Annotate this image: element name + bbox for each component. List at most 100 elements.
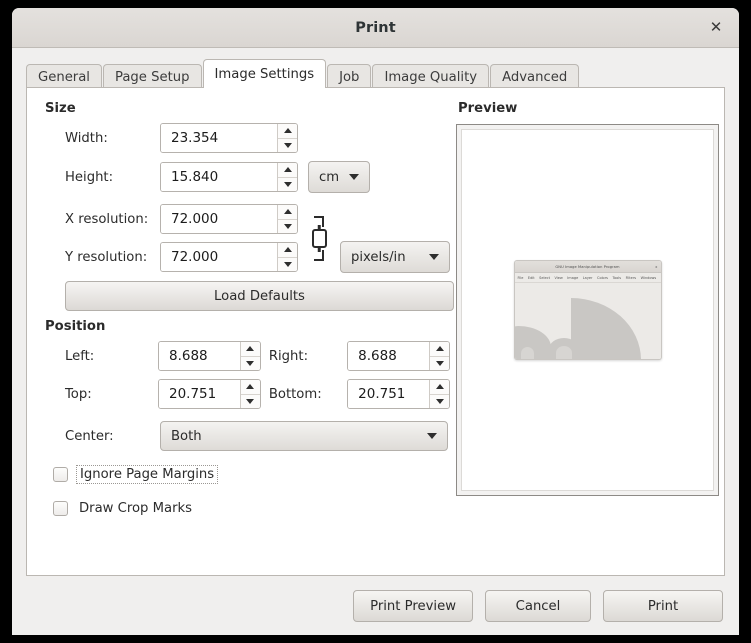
tab-job[interactable]: Job	[327, 64, 371, 89]
height-decrement-button[interactable]	[278, 178, 297, 192]
height-increment-button[interactable]	[278, 163, 297, 178]
top-margin-input[interactable]: 20.751	[159, 380, 240, 408]
chevron-up-icon	[246, 384, 254, 389]
thumbnail-menu-tools: Tools	[612, 276, 621, 280]
top-margin-increment-button[interactable]	[241, 380, 260, 395]
center-dropdown[interactable]: Both	[160, 421, 448, 451]
right-margin-increment-button[interactable]	[430, 342, 449, 357]
width-row: Width: 23.354	[45, 123, 450, 153]
thumbnail-menu-select: Select	[539, 276, 550, 280]
top-bottom-row: Top: 20.751 Bottom: 20.751	[45, 379, 450, 409]
height-label: Height:	[45, 170, 160, 185]
width-increment-button[interactable]	[278, 124, 297, 139]
y-resolution-input[interactable]: 72.000	[161, 243, 277, 271]
right-margin-spinner[interactable]: 8.688	[347, 341, 450, 371]
tab-image-settings[interactable]: Image Settings	[203, 59, 327, 88]
right-margin-input[interactable]: 8.688	[348, 342, 429, 370]
center-label: Center:	[45, 429, 160, 444]
tab-page-setup[interactable]: Page Setup	[103, 64, 202, 89]
chevron-up-icon	[436, 384, 444, 389]
bottom-label: Bottom:	[261, 387, 347, 402]
bottom-margin-input[interactable]: 20.751	[348, 380, 429, 408]
bottom-margin-decrement-button[interactable]	[430, 395, 449, 409]
preview-frame[interactable]: GNU Image Manipulation Program x File Ed…	[456, 124, 719, 496]
tab-advanced[interactable]: Advanced	[490, 64, 579, 89]
right-label: Right:	[261, 349, 347, 364]
left-margin-decrement-button[interactable]	[241, 357, 260, 371]
tab-area: General Page Setup Image Settings Job Im…	[12, 48, 739, 88]
top-margin-spin-buttons	[240, 380, 260, 408]
left-margin-increment-button[interactable]	[241, 342, 260, 357]
chevron-up-icon	[284, 128, 292, 133]
ignore-page-margins-label: Ignore Page Margins	[76, 465, 218, 484]
resolution-unit-value: pixels/in	[351, 250, 406, 265]
width-spinner[interactable]: 23.354	[160, 123, 298, 153]
thumbnail-menu-view: View	[554, 276, 562, 280]
chevron-up-icon	[246, 346, 254, 351]
x-resolution-label: X resolution:	[45, 212, 160, 227]
width-label: Width:	[45, 131, 160, 146]
size-unit-value: cm	[319, 170, 339, 185]
draw-crop-marks-row[interactable]: Draw Crop Marks	[53, 496, 450, 520]
thumbnail-menu-colors: Colors	[597, 276, 608, 280]
bottom-margin-increment-button[interactable]	[430, 380, 449, 395]
preview-page[interactable]: GNU Image Manipulation Program x File Ed…	[461, 129, 714, 491]
width-decrement-button[interactable]	[278, 139, 297, 153]
x-resolution-input[interactable]: 72.000	[161, 205, 277, 233]
height-input[interactable]: 15.840	[161, 163, 277, 191]
draw-crop-marks-checkbox[interactable]	[53, 501, 68, 516]
x-resolution-decrement-button[interactable]	[278, 220, 297, 234]
print-preview-button[interactable]: Print Preview	[353, 590, 473, 622]
chevron-down-icon	[436, 361, 444, 366]
left-margin-input[interactable]: 8.688	[159, 342, 240, 370]
image-settings-panel: Size Width: 23.354 Height: 15.840	[26, 87, 725, 576]
thumbnail-canvas	[515, 283, 661, 360]
resolution-unit-dropdown[interactable]: pixels/in	[340, 241, 450, 273]
chevron-down-icon	[246, 399, 254, 404]
right-margin-decrement-button[interactable]	[430, 357, 449, 371]
y-resolution-increment-button[interactable]	[278, 243, 297, 258]
print-button[interactable]: Print	[603, 590, 723, 622]
top-margin-spinner[interactable]: 20.751	[158, 379, 261, 409]
dialog-titlebar: Print ✕	[12, 8, 739, 48]
chevron-down-icon	[246, 361, 254, 366]
chevron-up-icon	[284, 167, 292, 172]
x-resolution-spinner[interactable]: 72.000	[160, 204, 298, 234]
center-value: Both	[171, 429, 202, 444]
top-margin-decrement-button[interactable]	[241, 395, 260, 409]
ignore-page-margins-row[interactable]: Ignore Page Margins	[53, 462, 450, 486]
size-unit-dropdown[interactable]: cm	[308, 161, 370, 193]
thumbnail-window-title: GNU Image Manipulation Program	[555, 265, 619, 269]
x-resolution-increment-button[interactable]	[278, 205, 297, 220]
chain-link-toggle[interactable]	[312, 229, 327, 248]
y-resolution-spinner[interactable]: 72.000	[160, 242, 298, 272]
left-right-row: Left: 8.688 Right: 8.688	[45, 341, 450, 371]
height-row: Height: 15.840 cm	[45, 161, 450, 193]
bottom-margin-spinner[interactable]: 20.751	[347, 379, 450, 409]
cancel-button[interactable]: Cancel	[485, 590, 591, 622]
tab-general[interactable]: General	[26, 64, 102, 89]
load-defaults-button[interactable]: Load Defaults	[65, 281, 454, 311]
y-resolution-decrement-button[interactable]	[278, 258, 297, 272]
center-row: Center: Both	[45, 421, 450, 451]
bottom-margin-spin-buttons	[429, 380, 449, 408]
tab-image-quality[interactable]: Image Quality	[372, 64, 489, 89]
dialog-title: Print	[355, 20, 396, 36]
link-chain-icon[interactable]	[308, 202, 330, 274]
left-margin-spinner[interactable]: 8.688	[158, 341, 261, 371]
resolution-block: X resolution: 72.000 Y resolution:	[45, 201, 450, 275]
preview-thumbnail-image: GNU Image Manipulation Program x File Ed…	[514, 260, 662, 360]
thumbnail-menu-file: File	[518, 276, 524, 280]
tab-bar: General Page Setup Image Settings Job Im…	[26, 60, 725, 88]
thumbnail-titlebar: GNU Image Manipulation Program x	[515, 261, 661, 273]
position-section-heading: Position	[45, 319, 450, 334]
ignore-page-margins-checkbox[interactable]	[53, 467, 68, 482]
chevron-down-icon	[436, 399, 444, 404]
width-input[interactable]: 23.354	[161, 124, 277, 152]
size-section-heading: Size	[45, 101, 450, 116]
width-spin-buttons	[277, 124, 297, 152]
close-icon[interactable]: ✕	[705, 17, 727, 39]
wilber-left-eye	[521, 347, 534, 360]
height-spinner[interactable]: 15.840	[160, 162, 298, 192]
settings-column: Size Width: 23.354 Height: 15.840	[27, 88, 450, 575]
